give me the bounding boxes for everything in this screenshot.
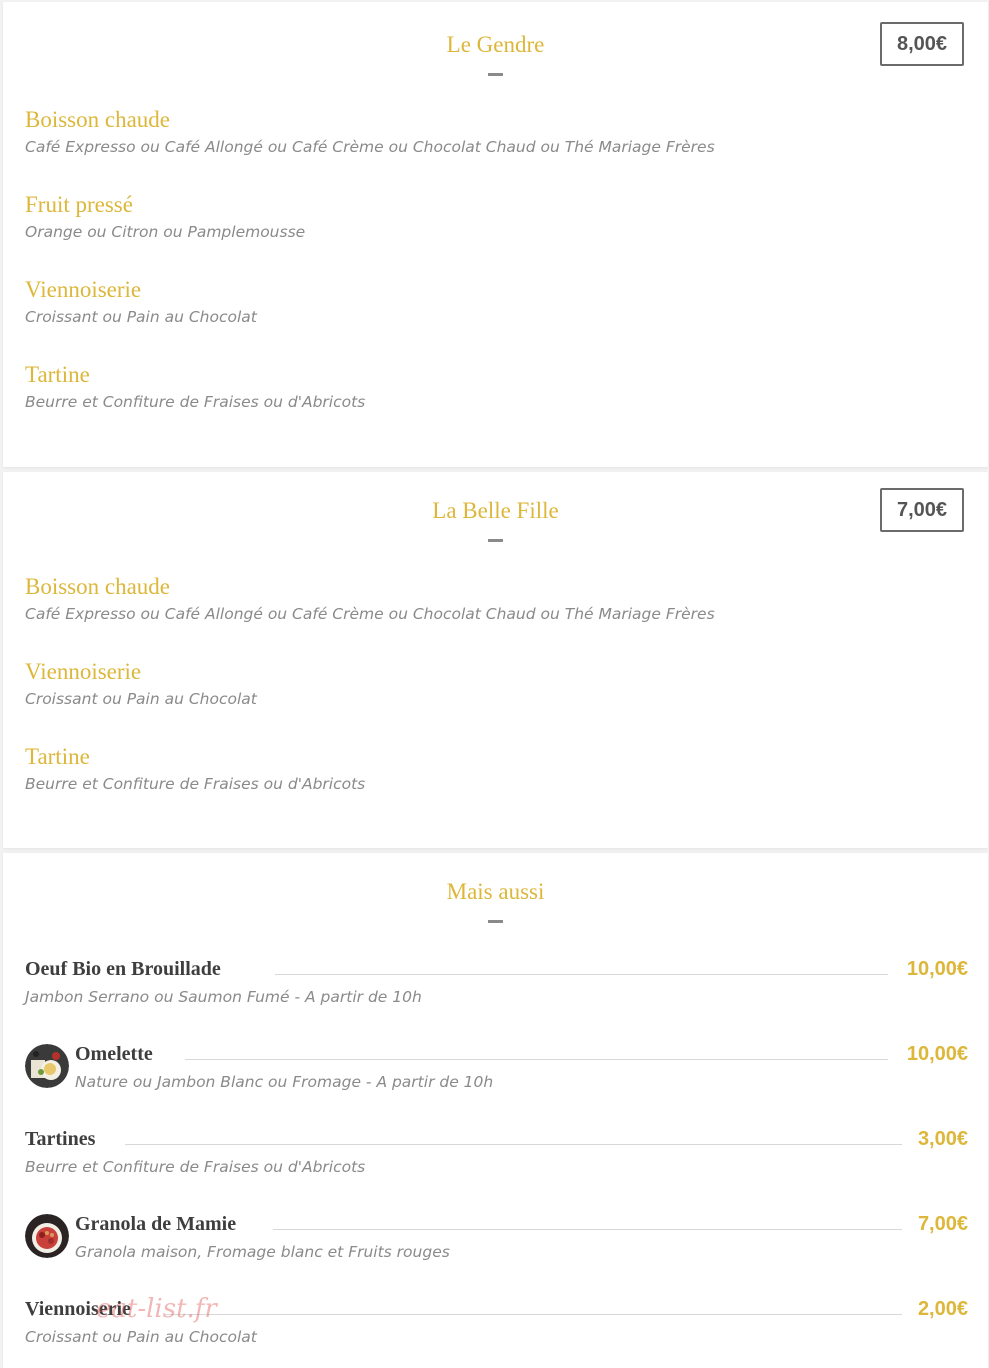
- menu-row-name: Granola de Mamie: [75, 1213, 237, 1235]
- title-divider: [488, 73, 503, 76]
- menu-item: Tartine Beurre et Confiture de Fraises o…: [25, 361, 365, 413]
- menu-row-name: Tartines: [25, 1128, 96, 1150]
- menu-item-description: Croissant ou Pain au Chocolat: [25, 690, 257, 708]
- menu-item: Boisson chaude Café Expresso ou Café All…: [25, 573, 715, 625]
- menu-row-price: 10,00€: [906, 958, 968, 980]
- menu-item-name: Viennoiserie: [25, 277, 142, 302]
- menu-item-description: Beurre et Confiture de Fraises ou d'Abri…: [25, 775, 366, 793]
- menu-item-name: Tartine: [25, 744, 90, 769]
- menu-card-mais-aussi: Mais aussi Oeuf Bio en Brouillade 10,00€…: [3, 853, 988, 1368]
- menu-item: Fruit pressé Orange ou Citron ou Pamplem…: [25, 191, 305, 243]
- menu-item-name: Boisson chaude: [25, 107, 171, 132]
- menu-row-name: Oeuf Bio en Brouillade: [25, 958, 221, 980]
- menu-price-badge: 8,00€: [880, 22, 964, 66]
- menu-row-description: Croissant ou Pain au Chocolat: [25, 1328, 257, 1346]
- section-title: Mais aussi: [446, 879, 545, 904]
- dotted-leader: [185, 1059, 888, 1060]
- dotted-leader: [165, 1314, 902, 1315]
- dotted-leader: [273, 1229, 902, 1230]
- section-title: La Belle Fille: [432, 498, 559, 523]
- menu-row-description: Jambon Serrano ou Saumon Fumé - A partir…: [25, 988, 422, 1006]
- dotted-leader: [125, 1144, 902, 1145]
- menu-row-description: Granola maison, Fromage blanc et Fruits …: [75, 1243, 450, 1261]
- menu-row-price: 7,00€: [917, 1213, 968, 1235]
- title-divider: [488, 539, 503, 542]
- menu-item-description: Café Expresso ou Café Allongé ou Café Cr…: [25, 138, 715, 156]
- dotted-leader: [275, 974, 888, 975]
- title-divider: [488, 920, 503, 923]
- watermark: eat-list.fr: [96, 1294, 217, 1324]
- menu-row-description: Nature ou Jambon Blanc ou Fromage - A pa…: [75, 1073, 494, 1091]
- menu-row-description: Beurre et Confiture de Fraises ou d'Abri…: [25, 1158, 366, 1176]
- menu-card-la-belle-fille: La Belle Fille 7,00€ Boisson chaude Café…: [3, 472, 988, 848]
- menu-item-description: Croissant ou Pain au Chocolat: [25, 308, 257, 326]
- menu-item-description: Orange ou Citron ou Pamplemousse: [25, 223, 306, 241]
- menu-row-name: Omelette: [75, 1043, 153, 1065]
- menu-row-price: 3,00€: [917, 1128, 968, 1150]
- menu-item-description: Café Expresso ou Café Allongé ou Café Cr…: [25, 605, 715, 623]
- menu-row: Omelette 10,00€ Nature ou Jambon Blanc o…: [25, 1040, 968, 1100]
- menu-item-name: Fruit pressé: [25, 192, 133, 217]
- menu-item-name: Viennoiserie: [25, 659, 142, 684]
- menu-row: Tartines 3,00€ Beurre et Confiture de Fr…: [25, 1125, 968, 1185]
- menu-card-le-gendre: Le Gendre 8,00€ Boisson chaude Café Expr…: [3, 2, 988, 467]
- menu-item: Viennoiserie Croissant ou Pain au Chocol…: [25, 276, 257, 328]
- granola-photo[interactable]: [25, 1214, 69, 1258]
- menu-item-name: Boisson chaude: [25, 574, 171, 599]
- menu-item: Tartine Beurre et Confiture de Fraises o…: [25, 743, 365, 795]
- section-title: Le Gendre: [446, 32, 545, 57]
- menu-price-badge: 7,00€: [880, 488, 964, 532]
- menu-row: Granola de Mamie 7,00€ Granola maison, F…: [25, 1210, 968, 1270]
- menu-item: Viennoiserie Croissant ou Pain au Chocol…: [25, 658, 257, 710]
- menu-item-name: Tartine: [25, 362, 90, 387]
- menu-row-price: 10,00€: [906, 1043, 968, 1065]
- omelette-photo[interactable]: [25, 1044, 69, 1088]
- menu-row: Oeuf Bio en Brouillade 10,00€ Jambon Ser…: [25, 955, 968, 1015]
- menu-item-description: Beurre et Confiture de Fraises ou d'Abri…: [25, 393, 366, 411]
- menu-row-price: 2,00€: [917, 1298, 968, 1320]
- menu-item: Boisson chaude Café Expresso ou Café All…: [25, 106, 715, 158]
